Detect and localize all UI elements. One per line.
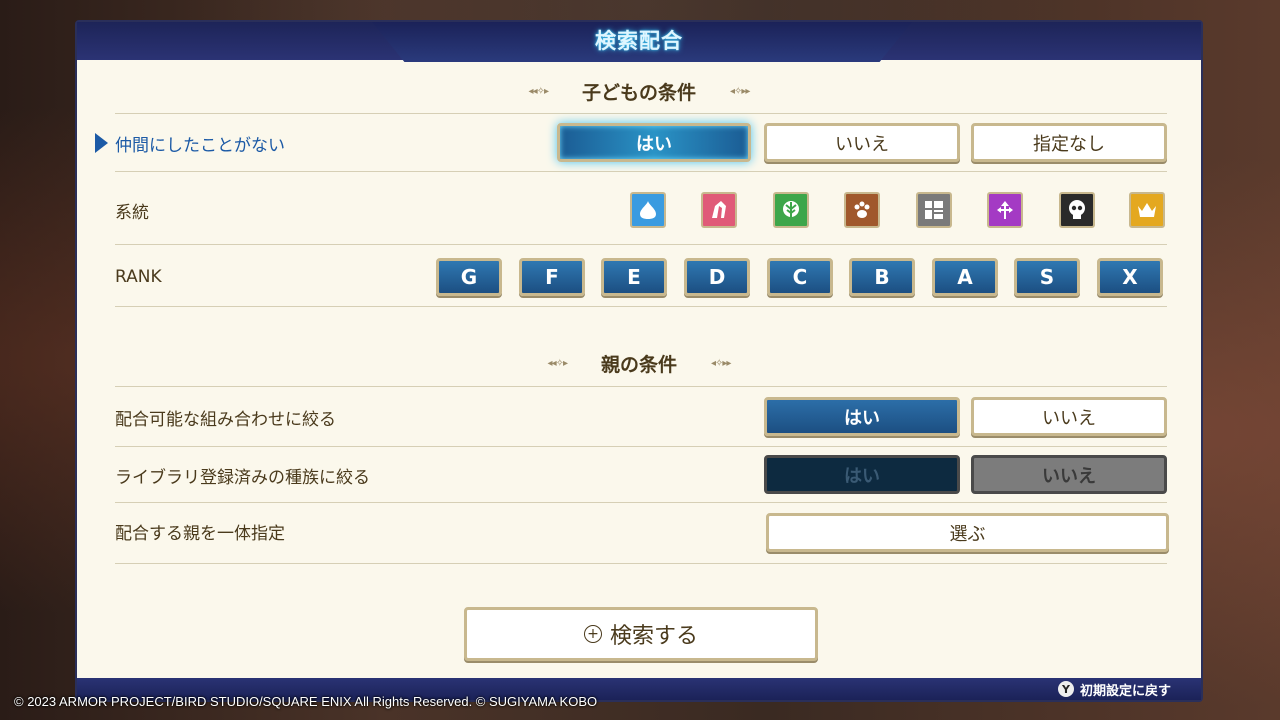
parent-section-heading: ◂◂✧▸ 親の条件 ◂✧▸▸	[77, 348, 1201, 378]
rank-label: RANK	[115, 267, 162, 287]
divider	[115, 446, 1167, 447]
dragon-family-icon[interactable]	[701, 192, 737, 228]
divider	[115, 386, 1167, 387]
divider	[115, 113, 1167, 114]
plus-icon: +	[583, 625, 602, 643]
undead-family-icon[interactable]	[1059, 192, 1095, 228]
rank-x-button[interactable]: X	[1097, 258, 1163, 296]
divider	[115, 306, 1167, 307]
possible-combos-label: 配合可能な組み合わせに絞る	[115, 409, 336, 430]
copyright-notice: © 2023 ARMOR PROJECT/BIRD STUDIO/SQUARE …	[14, 694, 598, 709]
never-ally-no-button[interactable]: いいえ	[764, 123, 960, 162]
child-section-title: 子どもの条件	[581, 81, 696, 104]
page-title: 検索配合	[595, 29, 683, 53]
reset-defaults-button[interactable]: Y 初期設定に戻す	[1057, 678, 1171, 700]
rank-e-button[interactable]: E	[601, 258, 667, 296]
rank-s-button[interactable]: S	[1014, 258, 1080, 296]
rank-c-button[interactable]: C	[767, 258, 833, 296]
reset-defaults-label: 初期設定に戻す	[1079, 683, 1171, 699]
library-registered-no-button[interactable]: いいえ	[971, 455, 1167, 494]
rank-f-button[interactable]: F	[519, 258, 585, 296]
y-button-icon: Y	[1057, 681, 1074, 697]
rank-g-button[interactable]: G	[436, 258, 502, 296]
possible-combos-yes-button[interactable]: はい	[764, 397, 960, 436]
library-registered-label: ライブラリ登録済みの種族に絞る	[115, 467, 370, 488]
rank-b-button[interactable]: B	[849, 258, 915, 296]
family-label: 系統	[115, 202, 149, 223]
nature-family-icon[interactable]	[773, 192, 809, 228]
possible-combos-no-button[interactable]: いいえ	[971, 397, 1167, 436]
divider	[115, 502, 1167, 503]
beast-family-icon[interactable]	[844, 192, 880, 228]
demon-family-icon[interactable]	[987, 192, 1023, 228]
material-family-icon[interactable]	[916, 192, 952, 228]
library-registered-yes-button[interactable]: はい	[764, 455, 960, 494]
boss-family-icon[interactable]	[1129, 192, 1165, 228]
child-section-heading: ◂◂✧▸ 子どもの条件 ◂✧▸▸	[77, 76, 1201, 106]
never-ally-label: 仲間にしたことがない	[115, 135, 285, 156]
rank-a-button[interactable]: A	[932, 258, 998, 296]
divider	[115, 563, 1167, 564]
parent-section-title: 親の条件	[600, 353, 677, 376]
search-breeding-panel: 検索配合 ◂◂✧▸ 子どもの条件 ◂✧▸▸ 仲間にしたことがない はい いいえ …	[75, 20, 1203, 702]
divider	[115, 171, 1167, 172]
ornament-left-icon: ◂◂✧▸	[528, 85, 549, 97]
ornament-right-icon: ◂✧▸▸	[730, 85, 750, 97]
search-button-label: 検索する	[609, 624, 698, 649]
never-ally-unspecified-button[interactable]: 指定なし	[971, 123, 1167, 162]
divider	[115, 244, 1167, 245]
never-ally-yes-button[interactable]: はい	[557, 123, 751, 162]
slime-family-icon[interactable]	[630, 192, 666, 228]
ornament-right-icon: ◂✧▸▸	[711, 357, 731, 369]
choose-parent-button[interactable]: 選ぶ	[766, 513, 1169, 552]
selection-cursor-icon	[95, 133, 108, 153]
ornament-left-icon: ◂◂✧▸	[547, 357, 568, 369]
rank-d-button[interactable]: D	[684, 258, 750, 296]
specify-parent-label: 配合する親を一体指定	[115, 523, 285, 544]
search-button[interactable]: + 検索する	[464, 607, 818, 661]
